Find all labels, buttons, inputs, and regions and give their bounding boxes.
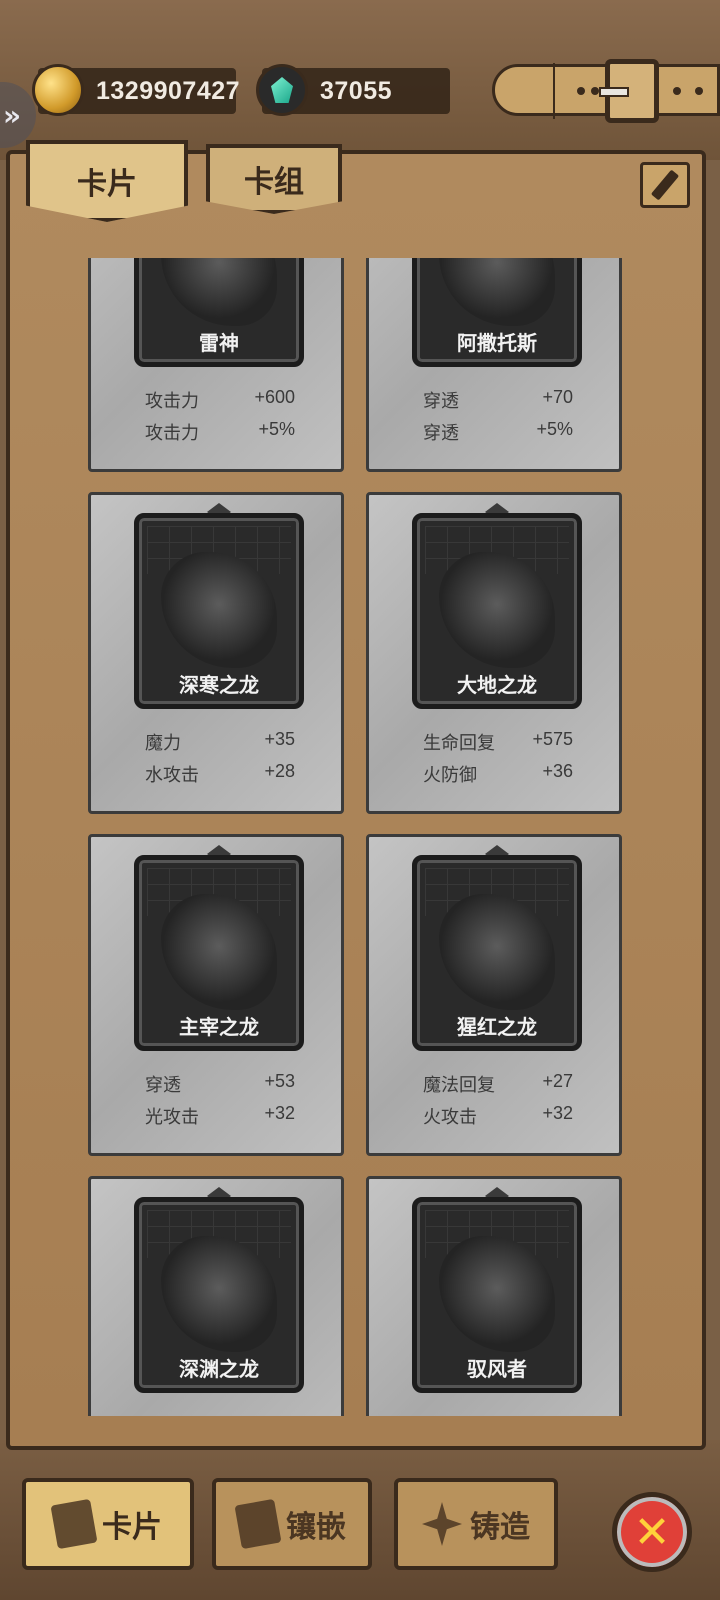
card-portrait: 大地之龙 (412, 513, 582, 709)
menu-belt-button[interactable] (492, 59, 720, 123)
card-portrait: 深渊之龙 (134, 1197, 304, 1393)
card-portrait: 雷神 (134, 258, 304, 367)
card-item[interactable]: 猩红之龙 魔法回复 +27 火攻击 +32 (366, 834, 622, 1156)
nav-cards-button[interactable]: 卡片 (22, 1478, 194, 1570)
close-button[interactable]: ✕ (612, 1492, 692, 1572)
card-portrait: 阿撒托斯 (412, 258, 582, 367)
gold-ore-icon (32, 64, 84, 116)
green-gem-icon (256, 64, 308, 116)
card-name: 深渊之龙 (179, 1357, 259, 1381)
card-name: 雷神 (199, 331, 239, 355)
double-chevron-right-icon: » (2, 98, 22, 132)
gem-amount: 37055 (320, 76, 393, 105)
gold-amount: 1329907427 (96, 76, 241, 105)
card-name: 大地之龙 (457, 673, 537, 697)
card-portrait: 猩红之龙 (412, 855, 582, 1051)
card-item[interactable]: 雷神 攻击力 +600 攻击力 +5% (88, 258, 344, 472)
cards-icon (50, 1498, 98, 1550)
stat-row: 穿透 +5% (423, 419, 573, 444)
card-item[interactable]: 大地之龙 生命回复 +575 火防御 +36 (366, 492, 622, 814)
book-icon (234, 1498, 282, 1550)
card-item[interactable]: 深寒之龙 魔力 +35 水攻击 +28 (88, 492, 344, 814)
tab-deck[interactable]: 卡组 (206, 144, 342, 214)
stat-row: 攻击力 +600 (145, 387, 295, 412)
stat-row: 光攻击 +32 (145, 1103, 295, 1128)
stat-row: 穿透 +70 (423, 387, 573, 412)
stat-row: 水攻击 +28 (145, 761, 295, 786)
stat-row: 穿透 +53 (145, 1071, 295, 1096)
card-name: 深寒之龙 (179, 673, 259, 697)
stat-row: 魔法回复 +27 (423, 1071, 573, 1096)
belt-hole (673, 87, 681, 95)
stat-row: 火防御 +36 (423, 761, 573, 786)
tab-label: 卡片 (77, 167, 137, 202)
stat-row: 攻击力 +5% (145, 419, 295, 444)
card-portrait: 深寒之龙 (134, 513, 304, 709)
close-x-icon: ✕ (633, 1506, 671, 1558)
tab-label: 卡组 (244, 165, 304, 200)
card-item[interactable]: 深渊之龙 (88, 1176, 344, 1416)
pencil-icon (650, 169, 680, 201)
nav-label: 卡片 (102, 1510, 162, 1545)
gem-counter: 37055 (256, 64, 450, 116)
belt-hole (577, 87, 585, 95)
tab-cards[interactable]: 卡片 (26, 140, 188, 222)
stat-row: 生命回复 +575 (423, 729, 573, 754)
card-name: 驭风者 (467, 1357, 527, 1381)
gold-counter: 1329907427 (32, 64, 240, 116)
card-name: 猩红之龙 (457, 1015, 537, 1039)
nav-label: 铸造 (470, 1510, 530, 1545)
edit-button[interactable] (640, 162, 690, 208)
card-portrait: 主宰之龙 (134, 855, 304, 1051)
card-name: 主宰之龙 (179, 1015, 259, 1039)
cross-forge-icon (422, 1502, 462, 1546)
nav-label: 镶嵌 (286, 1510, 346, 1545)
card-portrait: 驭风者 (412, 1197, 582, 1393)
card-item[interactable]: 驭风者 (366, 1176, 622, 1416)
stat-row: 火攻击 +32 (423, 1103, 573, 1128)
card-name: 阿撒托斯 (457, 331, 537, 355)
azathoth-portrait (439, 258, 555, 326)
card-item[interactable]: 主宰之龙 穿透 +53 光攻击 +32 (88, 834, 344, 1156)
card-item[interactable]: 阿撒托斯 穿透 +70 穿透 +5% (366, 258, 622, 472)
card-grid-scroll[interactable]: 雷神 攻击力 +600 攻击力 +5% 阿撒托斯 穿透 +70 穿透 +5% 深… (88, 258, 626, 1416)
stat-row: 魔力 +35 (145, 729, 295, 754)
belt-hole (695, 87, 703, 95)
belt-hole (591, 87, 599, 95)
belt-prong (599, 87, 629, 97)
nav-inlay-button[interactable]: 镶嵌 (212, 1478, 372, 1570)
thor-portrait (161, 258, 277, 326)
nav-forge-button[interactable]: 铸造 (394, 1478, 558, 1570)
